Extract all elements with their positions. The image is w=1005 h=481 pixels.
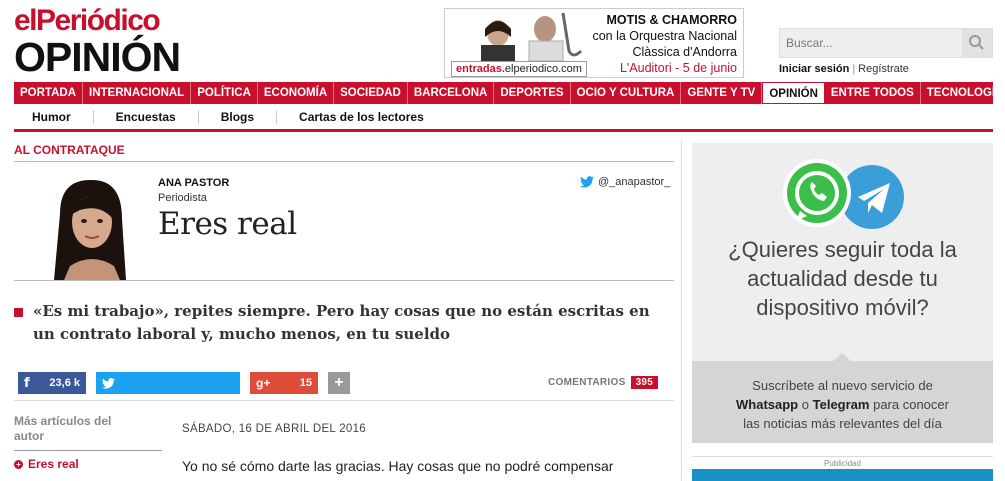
twitter-share-button[interactable]: [96, 372, 240, 394]
comments-link[interactable]: COMENTARIOS 395: [548, 376, 659, 389]
nav-item-ocio-cultura[interactable]: OCIO Y CULTURA: [571, 82, 682, 104]
comments-count-badge: 395: [630, 376, 659, 389]
author-role: Periodista: [158, 192, 207, 204]
facebook-icon: f: [24, 375, 30, 391]
article-title: Eres real: [158, 206, 297, 242]
subnav-item-encuestas[interactable]: Encuestas: [94, 109, 199, 124]
search-icon: [969, 35, 984, 50]
facebook-share-count: 23,6 k: [49, 377, 80, 389]
nav-item-gente-tv[interactable]: GENTE Y TV: [681, 82, 763, 104]
nav-item-barcelona[interactable]: BARCELONA: [408, 82, 495, 104]
more-share-button[interactable]: +: [328, 372, 350, 394]
section-logo-opinion[interactable]: OPINIÓN: [14, 34, 181, 81]
account-links: Iniciar sesión | Regístrate: [779, 63, 909, 75]
facebook-share-button[interactable]: f 23,6 k: [18, 372, 86, 394]
ad-musicians-image: [481, 12, 583, 61]
main-nav: PORTADA INTERNACIONAL POLÍTICA ECONOMÍA …: [14, 82, 1003, 104]
plus-circle-icon: +: [14, 459, 23, 469]
nav-item-economia[interactable]: ECONOMÍA: [258, 82, 335, 104]
signin-link[interactable]: Iniciar sesión: [779, 63, 849, 75]
nav-item-opinion[interactable]: OPINIÓN: [762, 82, 825, 104]
share-bar: f 23,6 k g+ 15 +: [18, 372, 350, 394]
subnav-item-blogs[interactable]: Blogs: [199, 109, 278, 124]
article-lead: «Es mi trabajo», repites siempre. Pero h…: [33, 302, 650, 343]
author-twitter-link[interactable]: @_anapastor_: [580, 176, 670, 188]
twitter-icon: [102, 377, 115, 389]
sidebar-ad-subtext: Suscríbete al nuevo servicio de Whatsapp…: [736, 378, 949, 431]
divider: [14, 400, 674, 401]
more-articles-heading: Más artículos del autor: [14, 414, 112, 443]
sub-nav: Humor Encuestas Blogs Cartas de los lect…: [14, 104, 993, 132]
ad-url: entradas.elperiodico.com: [451, 61, 587, 77]
whatsapp-telegram-icons: [783, 159, 904, 229]
column-name[interactable]: AL CONTRATAQUE: [14, 143, 125, 157]
more-articles-item[interactable]: + Eres real: [14, 457, 79, 471]
lead-bullet: [14, 308, 23, 317]
nav-item-portada[interactable]: PORTADA: [14, 82, 84, 104]
register-link[interactable]: Regístrate: [858, 63, 909, 75]
divider: [14, 280, 674, 281]
divider: [14, 161, 674, 162]
article-body: Yo no sé cómo darte las gracias. Hay cos…: [182, 458, 614, 474]
column-divider: [681, 140, 682, 481]
search-button[interactable]: [962, 29, 992, 57]
plus-icon: +: [334, 374, 344, 391]
ad-text: MOTIS & CHAMORRO con la Orquestra Nacion…: [592, 13, 737, 75]
gplus-share-count: 15: [299, 377, 312, 389]
nav-item-deportes[interactable]: DEPORTES: [494, 82, 571, 104]
gplus-share-button[interactable]: g+ 15: [250, 372, 318, 394]
search-box: [779, 28, 993, 58]
nav-item-internacional[interactable]: INTERNACIONAL: [83, 82, 192, 104]
nav-item-sociedad[interactable]: SOCIEDAD: [334, 82, 408, 104]
sidebar-ad-messaging[interactable]: ¿Quieres seguir toda la actualidad desde…: [692, 143, 993, 443]
ad-label: Publicidad: [692, 456, 993, 468]
divider: [14, 450, 162, 451]
nav-item-entre-todos[interactable]: ENTRE TODOS: [825, 82, 921, 104]
search-input[interactable]: [780, 29, 960, 57]
nav-item-tecnologia[interactable]: TECNOLOGÍA: [921, 82, 1005, 104]
header-ad-banner[interactable]: entradas.elperiodico.com MOTIS & CHAMORR…: [444, 8, 744, 78]
nav-item-politica[interactable]: POLÍTICA: [191, 82, 258, 104]
ad-banner-strip[interactable]: [692, 469, 993, 481]
subnav-item-cartas[interactable]: Cartas de los lectores: [277, 110, 446, 124]
gplus-icon: g+: [256, 376, 271, 390]
author-name[interactable]: ANA PASTOR: [158, 177, 229, 189]
sidebar-ad-question: ¿Quieres seguir toda la actualidad desde…: [728, 237, 957, 320]
twitter-icon: [580, 176, 594, 188]
article-date: SÁBADO, 16 DE ABRIL DEL 2016: [182, 423, 366, 435]
logo-elperiodico[interactable]: elPeriódico: [14, 4, 161, 38]
subnav-item-humor[interactable]: Humor: [14, 109, 94, 124]
author-photo: [30, 174, 150, 280]
